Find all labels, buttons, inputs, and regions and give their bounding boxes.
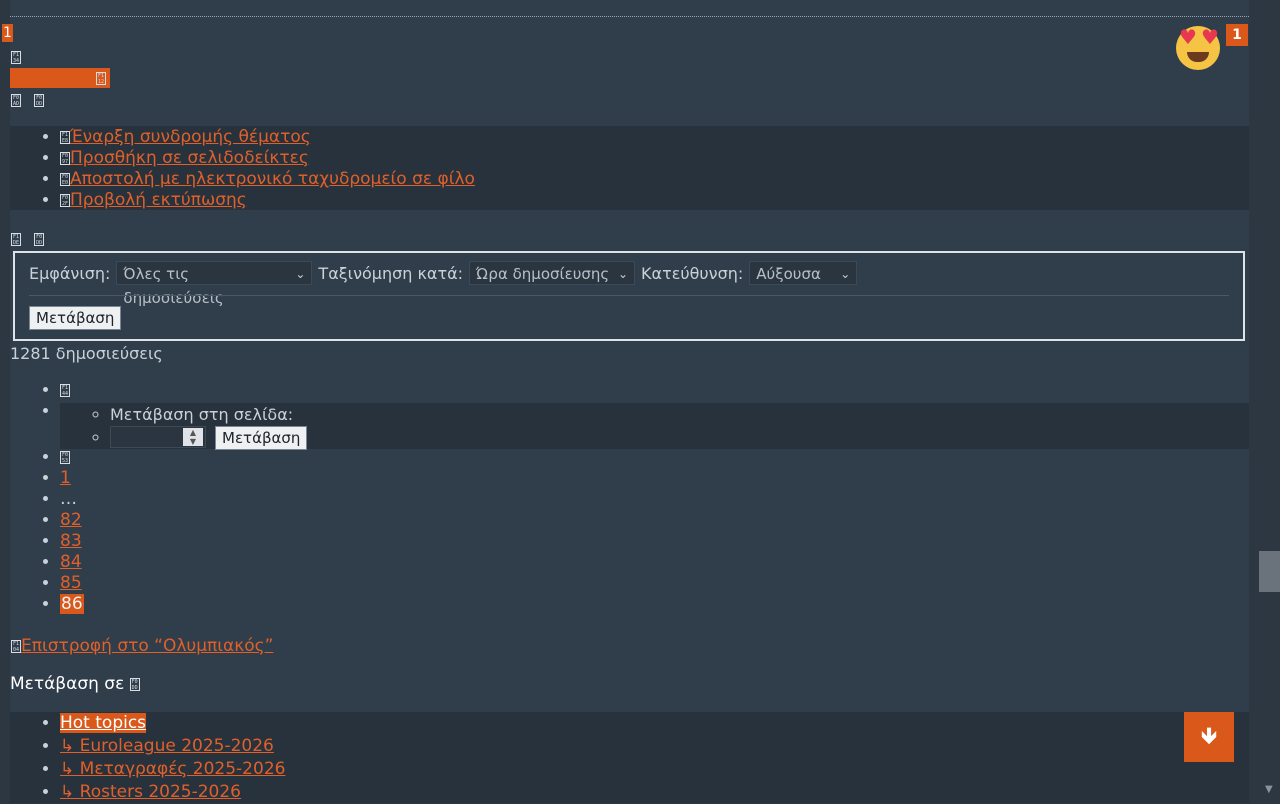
jump-go-button[interactable]: Μετάβαση <box>215 426 308 450</box>
page-item: 85 <box>60 573 84 594</box>
reaction-count[interactable]: 1 <box>1226 24 1248 46</box>
page-link[interactable]: 82 <box>60 510 82 530</box>
page-item: … <box>60 489 84 510</box>
glyph-icon[interactable]: F0 DD <box>34 233 45 246</box>
forum-link[interactable]: ↳ Rosters 2025-2026 <box>60 782 241 802</box>
glyph-icon[interactable]: F1 DE <box>11 233 21 246</box>
heart-icon: ♥ <box>1201 25 1219 49</box>
glyph-icon: F1 E8 <box>60 130 70 144</box>
sort-select-value: Ώρα δημοσίευσης <box>476 265 610 283</box>
display-select-value: Όλες τις δημοσιεύσεις <box>123 265 224 307</box>
content-panel <box>10 0 1249 803</box>
pagination-jump-toggle: F1 44 <box>60 380 84 401</box>
forum-link[interactable]: ↳ Euroleague 2025-2026 <box>60 736 274 756</box>
page-ellipsis: … <box>60 489 77 509</box>
page-link[interactable]: 84 <box>60 552 82 572</box>
list-item: Hot topics <box>60 712 285 735</box>
glyph-icon: F1 12 <box>96 72 106 85</box>
glyph-icon: F0 DD <box>129 677 140 691</box>
back-to-forum-link[interactable]: F1 04 Επιστροφή στο “Ολυμπιακός” <box>11 636 273 656</box>
list-item: ↳ Euroleague 2025-2026 <box>60 735 285 758</box>
tofu-row: F1 34 <box>11 47 21 66</box>
glyph-icon: F0 97 <box>60 151 70 165</box>
jump-label: Μετάβαση στη σελίδα: <box>110 403 293 426</box>
emoji-face: ♥ ♥ <box>1176 26 1220 70</box>
glyph-icon[interactable]: F1 44 <box>60 383 70 397</box>
current-page: 86 <box>60 594 84 614</box>
page-item: 82 <box>60 510 84 531</box>
heart-eyes-emoji-icon[interactable]: ♥ ♥ <box>1174 20 1226 72</box>
post-count: 1281 δημοσιεύσεις <box>10 344 163 363</box>
back-link-label: Επιστροφή στο “Ολυμπιακός” <box>21 636 274 656</box>
email-friend-link[interactable]: F0 E0 Αποστολή με ηλεκτρονικό ταχυδρομείο… <box>60 169 475 189</box>
menu-item-label: Προβολή εκτύπωσης <box>70 190 247 210</box>
menu-item-label: Αποστολή με ηλεκτρονικό ταχυδρομείο σε φ… <box>70 169 475 189</box>
direction-select[interactable]: Αύξουσα ⌄ <box>749 261 858 285</box>
menu-item-label: Προσθήκη σε σελιδοδείκτες <box>70 148 309 168</box>
menu-item: F1 E8Έναρξη συνδρομής θέματος <box>60 127 475 148</box>
pagination: F1 44 F0 53 1 … 82 83 84 85 86 <box>48 380 84 615</box>
corner-badge: 1 <box>2 24 13 42</box>
glyph-icon[interactable]: F0 AD <box>11 94 21 107</box>
spacer <box>60 401 84 447</box>
page-item: 84 <box>60 552 84 573</box>
chevron-down-icon: ⌄ <box>617 267 629 281</box>
list-item: ↳ Μεταγραφές 2025-2026 <box>60 758 285 781</box>
display-label: Εμφάνιση: <box>29 263 111 283</box>
tofu-row: F1 DE F0 DD <box>11 229 45 248</box>
sort-label: Ταξινόμηση κατά: <box>318 263 464 283</box>
list-item: ↳ Rosters 2025-2026 <box>60 781 285 804</box>
heart-icon: ♥ <box>1179 25 1197 49</box>
forum-link[interactable]: ↳ Μεταγραφές 2025-2026 <box>60 759 285 779</box>
display-select[interactable]: Όλες τις δημοσιεύσεις ⌄ <box>116 261 313 307</box>
topic-tools-menu: F1 E8Έναρξη συνδρομής θέματος F0 97Προσθ… <box>48 127 475 211</box>
chevron-down-icon: ⌄ <box>295 267 306 281</box>
glyph-icon: F0 E0 <box>60 172 70 186</box>
scroll-down-arrow-icon[interactable]: ▼ <box>1265 784 1275 795</box>
scrollbar[interactable] <box>1259 0 1280 803</box>
tofu-row: F1 12 <box>96 68 106 87</box>
forum-link[interactable]: Hot topics <box>60 713 147 733</box>
page-item: 1 <box>60 468 84 489</box>
page-item: 86 <box>60 594 84 615</box>
emoji-mouth <box>1187 52 1209 62</box>
scrollbar-thumb[interactable] <box>1259 551 1280 592</box>
glyph-icon: F1 34 <box>11 51 21 64</box>
menu-item-label: Έναρξη συνδρομής θέματος <box>70 127 311 147</box>
arrow-down-icon[interactable]: 🡻 <box>1184 712 1234 762</box>
bookmark-link[interactable]: F0 97 Προσθήκη σε σελιδοδείκτες <box>60 148 309 168</box>
jump-to-label: Μετάβαση σε <box>10 674 125 694</box>
menu-item: F0 2FΠροβολή εκτύπωσης <box>60 190 475 211</box>
pagination-prev: F0 53 <box>60 447 84 468</box>
print-view-link[interactable]: F0 2F Προβολή εκτύπωσης <box>60 190 247 210</box>
subscribe-link[interactable]: F1 E8 Έναρξη συνδρομής θέματος <box>60 127 311 147</box>
menu-item: F0 E0Αποστολή με ηλεκτρονικό ταχυδρομείο… <box>60 169 475 190</box>
direction-label: Κατεύθυνση: <box>641 263 744 283</box>
page-item: 83 <box>60 531 84 552</box>
chevron-down-icon: ⌄ <box>840 267 851 281</box>
sort-select[interactable]: Ώρα δημοσίευσης ⌄ <box>469 261 636 285</box>
progress-bar <box>10 68 110 88</box>
menu-item: F0 97Προσθήκη σε σελιδοδείκτες <box>60 148 475 169</box>
filter-row: Εμφάνιση: Όλες τις δημοσιεύσεις ⌄ Ταξινό… <box>29 261 858 307</box>
page-number-input[interactable]: ▲ ▼ <box>110 426 206 448</box>
direction-select-value: Αύξουσα <box>756 265 821 283</box>
page-link[interactable]: 83 <box>60 531 82 551</box>
page-link[interactable]: 85 <box>60 573 82 593</box>
forum-topic-page: 1 ♥ ♥ 1 F1 34 F1 12 F0 AD F0 DD F1 E8Ένα… <box>0 0 1280 803</box>
glyph-icon: F0 2F <box>60 193 70 207</box>
glyph-icon[interactable]: F0 DD <box>34 94 45 107</box>
divider <box>29 295 1229 296</box>
forum-list: Hot topics ↳ Euroleague 2025-2026 ↳ Μετα… <box>48 712 285 804</box>
divider <box>10 16 1249 17</box>
filter-go-button[interactable]: Μετάβαση <box>29 306 122 330</box>
jump-to-menu[interactable]: Μετάβαση σε F0 DD <box>10 674 140 694</box>
previous-icon[interactable]: F0 53 <box>60 450 70 464</box>
sort-filter-form: Εμφάνιση: Όλες τις δημοσιεύσεις ⌄ Ταξινό… <box>13 251 1245 341</box>
tofu-row: F0 AD F0 DD <box>11 90 45 109</box>
spinner-icon[interactable]: ▲ ▼ <box>183 428 203 446</box>
back-icon: F1 04 <box>11 639 21 653</box>
page-link[interactable]: 1 <box>60 468 71 488</box>
